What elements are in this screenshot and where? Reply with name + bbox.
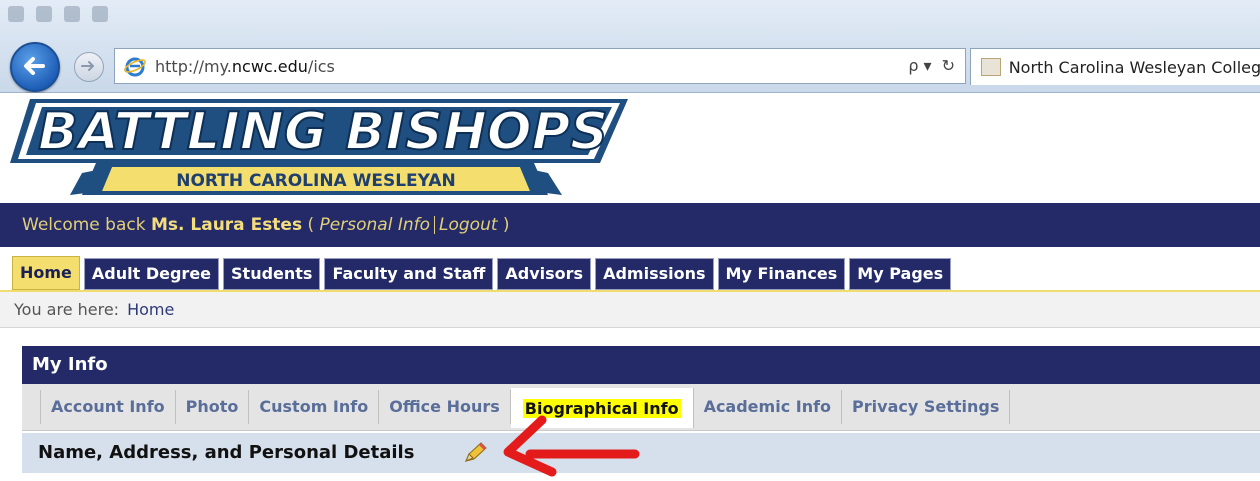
site-favicon-icon [981,58,1001,76]
battling-bishops-logo[interactable]: BATTLING BISHOPS NORTH CAROLINA WESLEYAN [0,93,640,203]
logout-link[interactable]: Logout [439,215,498,235]
info-subtabs: Account Info Photo Custom Info Office Ho… [22,384,1260,431]
browser-chrome: http://my.ncwc.edu/ics ρ ▾ ↻ North Carol… [0,0,1260,93]
browser-tab[interactable]: North Carolina Wesleyan College [970,48,1260,85]
separator [434,216,435,234]
site-banner: BATTLING BISHOPS NORTH CAROLINA WESLEYAN [0,93,1260,203]
back-button[interactable] [10,42,60,92]
breadcrumb: You are here: Home [0,292,1260,328]
logo-sub-text: NORTH CAROLINA WESLEYAN [176,171,456,191]
forward-button[interactable] [74,52,104,82]
save-icon[interactable] [36,6,52,22]
tab-photo[interactable]: Photo [176,390,250,424]
undo-icon[interactable] [64,6,80,22]
section-header: Name, Address, and Personal Details [22,433,1260,473]
arrow-right-icon [81,61,95,71]
settings-icon[interactable] [92,6,108,22]
url-text: http://my.ncwc.edu/ics [155,56,335,76]
nav-tab-adult-degree[interactable]: Adult Degree [83,258,220,290]
nav-tab-students[interactable]: Students [223,258,321,290]
page-icon[interactable] [8,6,24,22]
nav-tab-faculty-and-staff[interactable]: Faculty and Staff [324,258,494,290]
breadcrumb-home-link[interactable]: Home [127,300,174,319]
pencil-edit-icon[interactable] [462,441,488,465]
nav-tab-advisors[interactable]: Advisors [497,258,592,290]
welcome-prefix: Welcome back [22,215,151,235]
red-arrow-annotation [503,415,640,477]
nav-tab-home[interactable]: Home [12,256,80,290]
paren-close: ) [497,215,510,235]
quick-access-toolbar [8,6,108,30]
nav-tab-my-finances[interactable]: My Finances [717,258,846,290]
paren-open: ( [302,215,320,235]
tab-title: North Carolina Wesleyan College [1008,57,1260,77]
tab-account-info[interactable]: Account Info [40,390,176,424]
tab-privacy-settings[interactable]: Privacy Settings [842,390,1011,424]
tab-custom-info[interactable]: Custom Info [249,390,380,424]
nav-tab-my-pages[interactable]: My Pages [849,258,952,290]
section-title: Name, Address, and Personal Details [38,442,415,463]
user-name: Ms. Laura Estes [150,215,303,235]
search-dropdown-icon[interactable]: ρ ▾ [908,56,931,75]
ie-logo-icon [124,57,146,77]
address-bar[interactable]: http://my.ncwc.edu/ics ρ ▾ ↻ [114,48,966,84]
personal-info-link[interactable]: Personal Info [320,215,430,235]
welcome-bar: Welcome back Ms. Laura Estes ( Personal … [0,203,1260,247]
main-nav: Home Adult Degree Students Faculty and S… [12,256,952,290]
logo-main-text: BATTLING BISHOPS [38,102,608,162]
panel-title: My Info [22,346,1260,384]
refresh-icon[interactable]: ↻ [942,56,955,75]
nav-tab-admissions[interactable]: Admissions [595,258,714,290]
arrow-left-icon [24,57,45,75]
tab-academic-info[interactable]: Academic Info [694,390,843,424]
breadcrumb-prefix: You are here: [14,300,120,319]
